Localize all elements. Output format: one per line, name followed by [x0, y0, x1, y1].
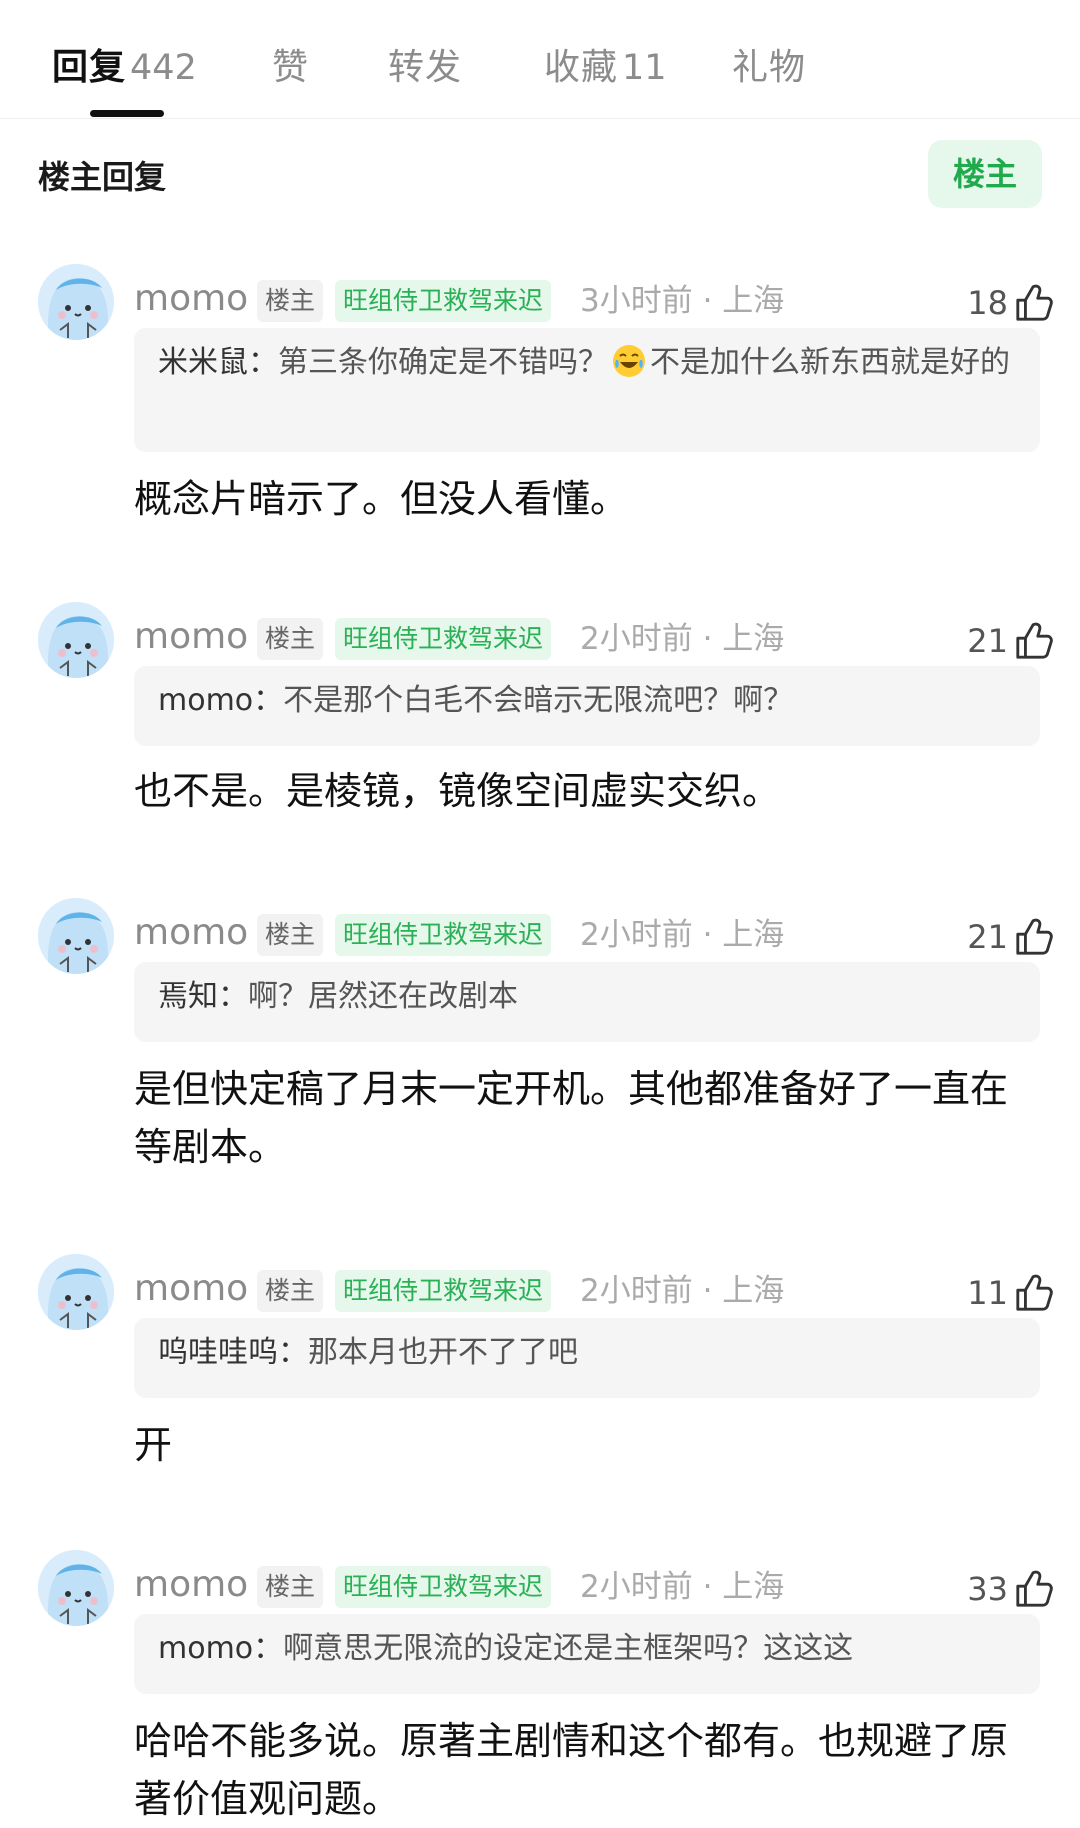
time-location: 2小时前 · 上海 [580, 1569, 785, 1605]
user-avatar[interactable] [38, 1550, 114, 1626]
tab-favorites-count: 11 [622, 48, 667, 88]
like-button[interactable]: 33 [967, 1564, 1054, 1614]
tab-replies[interactable]: 回复 442 [52, 38, 197, 88]
tab-favorites[interactable]: 收藏 11 [544, 38, 667, 88]
time-location: 3小时前 · 上海 [580, 283, 785, 319]
time-location: 2小时前 · 上海 [580, 621, 785, 657]
tab-likes-label: 赞 [272, 47, 310, 88]
reply-text: 开 [134, 1423, 173, 1467]
op-badge: 楼主 [257, 1566, 324, 1608]
comment-meta: momo 楼主 旺组侍卫救驾来迟 2小时前 · 上海 33 [134, 1564, 1054, 1614]
quoted-text: 那本月也开不了了吧 [308, 1335, 578, 1370]
tab-gifts[interactable]: 礼物 [732, 38, 806, 88]
thumbs-up-icon [1016, 1570, 1053, 1607]
op-badge: 楼主 [257, 618, 324, 660]
quoted-comment[interactable]: 呜哇哇呜：那本月也开不了了吧 [134, 1318, 1040, 1398]
user-avatar[interactable] [38, 602, 114, 678]
fan-title-badge[interactable]: 旺组侍卫救驾来迟 [335, 914, 552, 956]
laughing-crying-emoji-icon [613, 345, 645, 377]
quoted-text-continued: 不是加什么新东西就是好的 [650, 345, 1010, 380]
tab-reposts-label: 转发 [388, 47, 463, 88]
tab-replies-label: 回复 [52, 47, 127, 88]
username[interactable]: momo [134, 1564, 248, 1605]
username[interactable]: momo [134, 912, 248, 953]
quoted-comment[interactable]: momo：啊意思无限流的设定还是主框架吗？这这这 [134, 1614, 1040, 1694]
fan-title-badge[interactable]: 旺组侍卫救驾来迟 [335, 280, 552, 322]
like-count: 11 [967, 1274, 1008, 1312]
username[interactable]: momo [134, 616, 248, 657]
time-location: 2小时前 · 上海 [580, 1273, 785, 1309]
reply-text: 哈哈不能多说。原著主剧情和这个都有。也规避了原著价值观问题。 [134, 1719, 1009, 1821]
quoted-text: 啊？居然还在改剧本 [248, 979, 518, 1014]
like-button[interactable]: 21 [967, 616, 1054, 666]
like-count: 21 [967, 622, 1008, 660]
like-count: 18 [967, 284, 1008, 322]
user-avatar[interactable] [38, 1254, 114, 1330]
tab-favorites-label: 收藏 [544, 47, 619, 88]
quoted-username: momo： [158, 683, 284, 718]
thumbs-up-icon [1016, 1274, 1053, 1311]
active-tab-indicator [90, 110, 164, 117]
fan-title-badge[interactable]: 旺组侍卫救驾来迟 [335, 1270, 552, 1312]
reply-text: 是但快定稿了月末一定开机。其他都准备好了一直在等剧本。 [134, 1067, 1009, 1169]
tab-replies-count: 442 [130, 48, 197, 88]
reply-text: 也不是。是棱镜，镜像空间虚实交织。 [134, 769, 781, 813]
quoted-username: 焉知： [158, 979, 248, 1014]
user-avatar[interactable] [38, 264, 114, 340]
op-badge: 楼主 [257, 280, 324, 322]
comment-meta: momo 楼主 旺组侍卫救驾来迟 2小时前 · 上海 21 [134, 912, 1054, 962]
quoted-username: momo： [158, 1631, 284, 1666]
time-location: 2小时前 · 上海 [580, 917, 785, 953]
op-badge: 楼主 [257, 1270, 324, 1312]
fan-title-badge[interactable]: 旺组侍卫救驾来迟 [335, 1566, 552, 1608]
thumbs-up-icon [1016, 284, 1053, 321]
tab-likes[interactable]: 赞 [272, 38, 309, 88]
user-avatar[interactable] [38, 898, 114, 974]
like-button[interactable]: 18 [967, 278, 1054, 328]
quoted-text: 第三条你确定是不错吗？ [278, 345, 608, 380]
thumbs-up-icon [1016, 622, 1053, 659]
reply-text: 概念片暗示了。但没人看懂。 [134, 477, 629, 521]
like-button[interactable]: 21 [967, 912, 1054, 962]
tab-bar: 回复 442 赞 转发 收藏 11 礼物 [0, 0, 1080, 119]
quoted-text: 啊意思无限流的设定还是主框架吗？这这这 [283, 1631, 854, 1666]
like-count: 33 [967, 1570, 1008, 1608]
section-title: 楼主回复 [38, 158, 167, 196]
comment-meta: momo 楼主 旺组侍卫救驾来迟 2小时前 · 上海 11 [134, 1268, 1054, 1318]
like-button[interactable]: 11 [967, 1268, 1054, 1318]
like-count: 21 [967, 918, 1008, 956]
op-badge: 楼主 [257, 914, 324, 956]
username[interactable]: momo [134, 1268, 248, 1309]
username[interactable]: momo [134, 278, 248, 319]
quoted-username: 呜哇哇呜： [158, 1335, 308, 1370]
tab-reposts[interactable]: 转发 [388, 38, 462, 88]
quoted-comment[interactable]: 焉知：啊？居然还在改剧本 [134, 962, 1040, 1042]
fan-title-badge[interactable]: 旺组侍卫救驾来迟 [335, 618, 552, 660]
tab-gifts-label: 礼物 [732, 47, 807, 88]
op-filter-button[interactable]: 楼主 [928, 140, 1042, 208]
comment-meta: momo 楼主 旺组侍卫救驾来迟 3小时前 · 上海 18 [134, 278, 1054, 328]
comment-meta: momo 楼主 旺组侍卫救驾来迟 2小时前 · 上海 21 [134, 616, 1054, 666]
quoted-username: 米米鼠： [158, 345, 278, 380]
quoted-comment[interactable]: momo：不是那个白毛不会暗示无限流吧？啊？ [134, 666, 1040, 746]
quoted-comment[interactable]: 米米鼠：第三条你确定是不错吗？ 不是加什么新东西就是好的 [134, 328, 1040, 452]
quoted-text: 不是那个白毛不会暗示无限流吧？啊？ [283, 683, 794, 718]
thumbs-up-icon [1016, 918, 1053, 955]
